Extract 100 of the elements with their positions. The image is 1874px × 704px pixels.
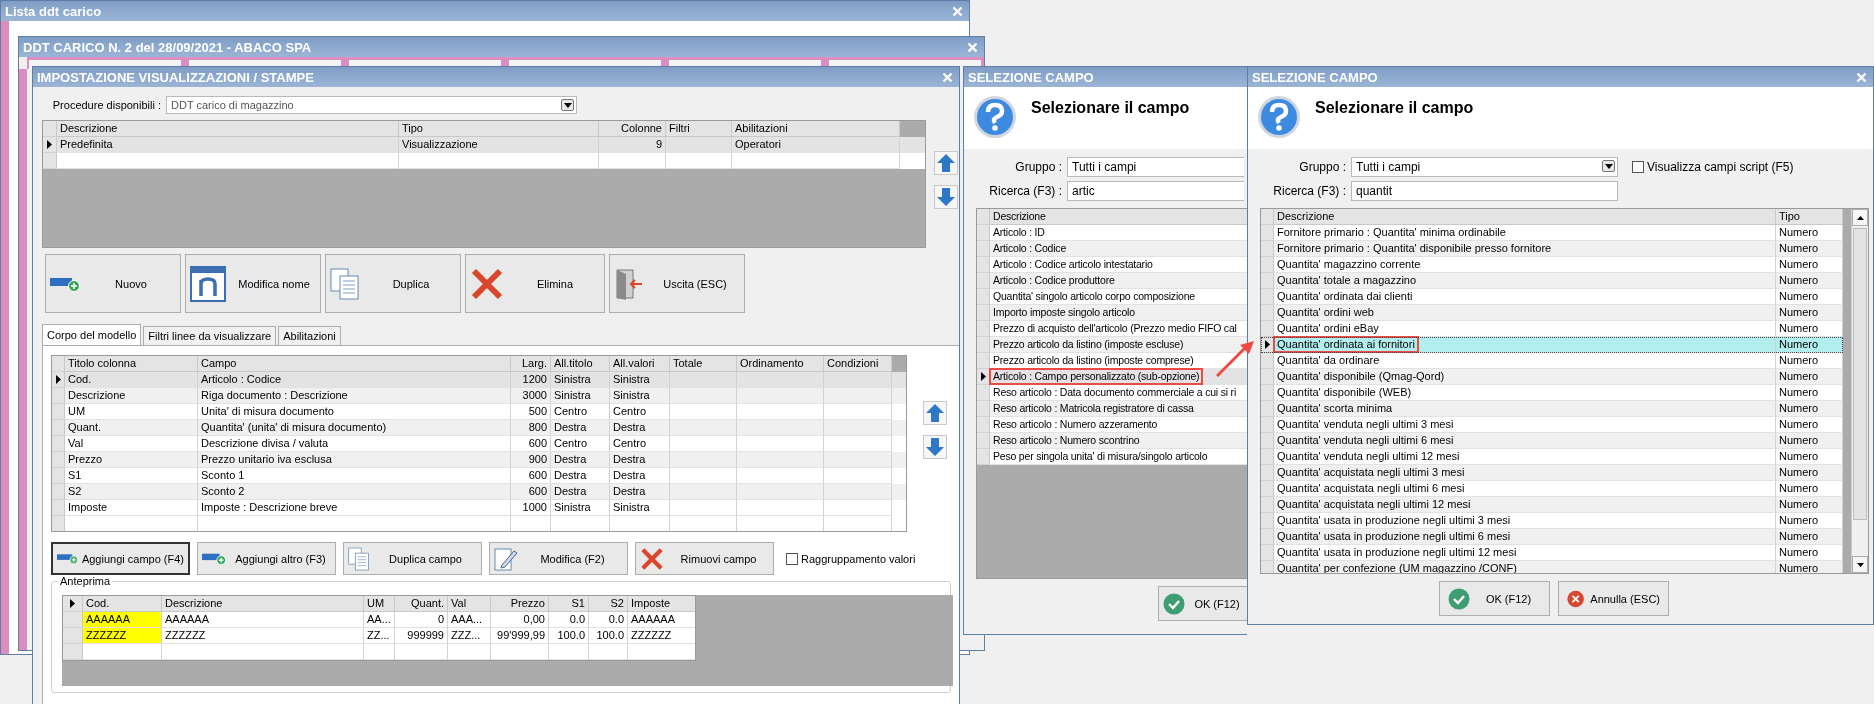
row-indicator[interactable]: [43, 137, 57, 153]
window-title: SELEZIONE CAMPO: [1252, 69, 1378, 85]
caret-icon: [1856, 215, 1864, 220]
cancel-button[interactable]: Annulla (ESC): [1558, 581, 1669, 616]
table-cell: AAAAAA: [83, 612, 162, 628]
dropdown-button[interactable]: [561, 99, 574, 111]
add-field-button[interactable]: Aggiungi altro (F3): [197, 542, 336, 575]
table-cell: Articolo : Campo personalizzato (sub-opzione): [993, 370, 1200, 382]
column-header[interactable]: UM: [364, 596, 395, 612]
caret-icon: [563, 102, 572, 108]
column-header[interactable]: Imposte: [628, 596, 695, 612]
checkbox[interactable]: [786, 552, 798, 565]
scroll-thumb[interactable]: [1853, 228, 1867, 520]
ok-button[interactable]: OK (F12): [1439, 581, 1550, 616]
dropdown-button[interactable]: [1602, 160, 1615, 172]
help-icon: [1257, 95, 1301, 139]
column-header[interactable]: Quant.: [395, 596, 448, 612]
move-down-button[interactable]: [934, 185, 958, 209]
procedure-dropdown[interactable]: DDT carico di magazzino: [166, 96, 577, 114]
checkbox-label: Visualizza campi script (F5): [1647, 160, 1794, 174]
add-button[interactable]: Nuovo: [45, 254, 181, 313]
dialog-heading: Selezionare il campo: [1031, 98, 1190, 118]
copy-icon: [330, 267, 360, 300]
window-title: Lista ddt carico: [5, 3, 102, 19]
row-pointer-icon: [70, 599, 75, 608]
checkbox-label: Raggruppamento valori: [801, 552, 916, 565]
row-indicator[interactable]: [52, 372, 65, 388]
group-title: Anteprima: [58, 575, 113, 587]
exit-button[interactable]: Uscita (ESC): [609, 254, 745, 313]
field-label: Procedure disponibili :: [51, 99, 162, 111]
column-header[interactable]: Tipo: [399, 121, 599, 137]
column-header[interactable]: Larg.: [511, 356, 551, 372]
tab[interactable]: Corpo del modello: [42, 324, 142, 345]
tab[interactable]: Filtri linee da visualizzare: [143, 326, 277, 345]
header-corner: [52, 356, 65, 372]
scrollbar[interactable]: [1851, 209, 1868, 573]
scroll-down-button[interactable]: [1852, 556, 1868, 573]
column-header[interactable]: Prezzo: [491, 596, 549, 612]
close-icon[interactable]: [1856, 71, 1867, 83]
move-down-button[interactable]: [923, 435, 947, 459]
column-header[interactable]: Abilitazioni: [732, 121, 900, 137]
delete-field-button[interactable]: Rimuovi campo: [635, 542, 774, 575]
column-header[interactable]: Filtri: [666, 121, 732, 137]
form-button[interactable]: Modifica nome: [185, 254, 321, 313]
search-field[interactable]: quantit: [1351, 181, 1618, 201]
column-header[interactable]: Condizioni: [824, 356, 892, 372]
column-header[interactable]: Val: [448, 596, 491, 612]
column-header[interactable]: Descrizione: [990, 209, 1247, 225]
close-icon[interactable]: [952, 5, 963, 17]
column-header[interactable]: S1: [549, 596, 589, 612]
copy-button[interactable]: Duplica: [325, 254, 461, 313]
add-field-button[interactable]: Aggiungi campo (F4): [51, 542, 190, 575]
field-label: Gruppo :: [1014, 160, 1063, 174]
row-pointer-icon: [55, 375, 61, 384]
column-header[interactable]: Titolo colonna: [65, 356, 198, 372]
field-label: Ricerca (F3) :: [1272, 184, 1347, 198]
ok-button[interactable]: OK (F12): [1158, 586, 1247, 621]
field-label: Gruppo :: [1298, 160, 1347, 174]
close-icon[interactable]: [967, 41, 978, 53]
group-dropdown[interactable]: Tutti i campi: [1067, 157, 1244, 177]
column-header[interactable]: Colonne: [599, 121, 666, 137]
copy-field-button[interactable]: Duplica campo: [343, 542, 482, 575]
table-cell: ZZZZZZ: [83, 628, 162, 644]
column-header[interactable]: Campo: [198, 356, 511, 372]
form-icon: [190, 265, 226, 302]
column-header[interactable]: All.titolo: [551, 356, 610, 372]
column-header[interactable]: All.valori: [610, 356, 670, 372]
help-icon: [973, 95, 1017, 139]
add-icon: [57, 552, 78, 565]
add-icon: [202, 552, 226, 565]
delete-button[interactable]: Elimina: [465, 254, 605, 313]
group-dropdown[interactable]: Tutti i campi: [1351, 157, 1618, 177]
column-header[interactable]: S2: [589, 596, 628, 612]
exit-icon: [614, 266, 644, 301]
header-corner: [977, 209, 990, 225]
column-header[interactable]: Cod.: [83, 596, 162, 612]
scroll-up-button[interactable]: [1852, 209, 1868, 226]
column-header[interactable]: Ordinamento: [737, 356, 824, 372]
move-up-button[interactable]: [934, 151, 958, 175]
close-icon[interactable]: [942, 71, 953, 83]
check-icon: [1448, 587, 1470, 610]
table-cell: Numero: [1776, 561, 1843, 573]
window-title: IMPOSTAZIONE VISUALIZZAZIONI / STAMPE: [37, 69, 314, 85]
tab[interactable]: Abilitazioni: [278, 326, 341, 345]
check-icon: [1163, 592, 1185, 615]
column-header[interactable]: Descrizione: [57, 121, 399, 137]
window-title: SELEZIONE CAMPO: [968, 69, 1094, 85]
checkbox[interactable]: [1632, 161, 1644, 173]
search-field[interactable]: artic: [1067, 181, 1244, 201]
delete-icon: [470, 266, 504, 301]
move-up-button[interactable]: [923, 401, 947, 425]
column-header[interactable]: Descrizione: [162, 596, 364, 612]
copy-icon: [348, 546, 370, 571]
column-header[interactable]: Descrizione: [1274, 209, 1776, 225]
edit-field-button[interactable]: Modifica (F2): [489, 542, 628, 575]
column-header[interactable]: Totale: [670, 356, 737, 372]
row-pointer-icon: [1264, 340, 1270, 349]
field-label: Ricerca (F3) :: [988, 184, 1063, 198]
header-corner: [43, 121, 57, 137]
column-header[interactable]: Tipo: [1776, 209, 1843, 225]
